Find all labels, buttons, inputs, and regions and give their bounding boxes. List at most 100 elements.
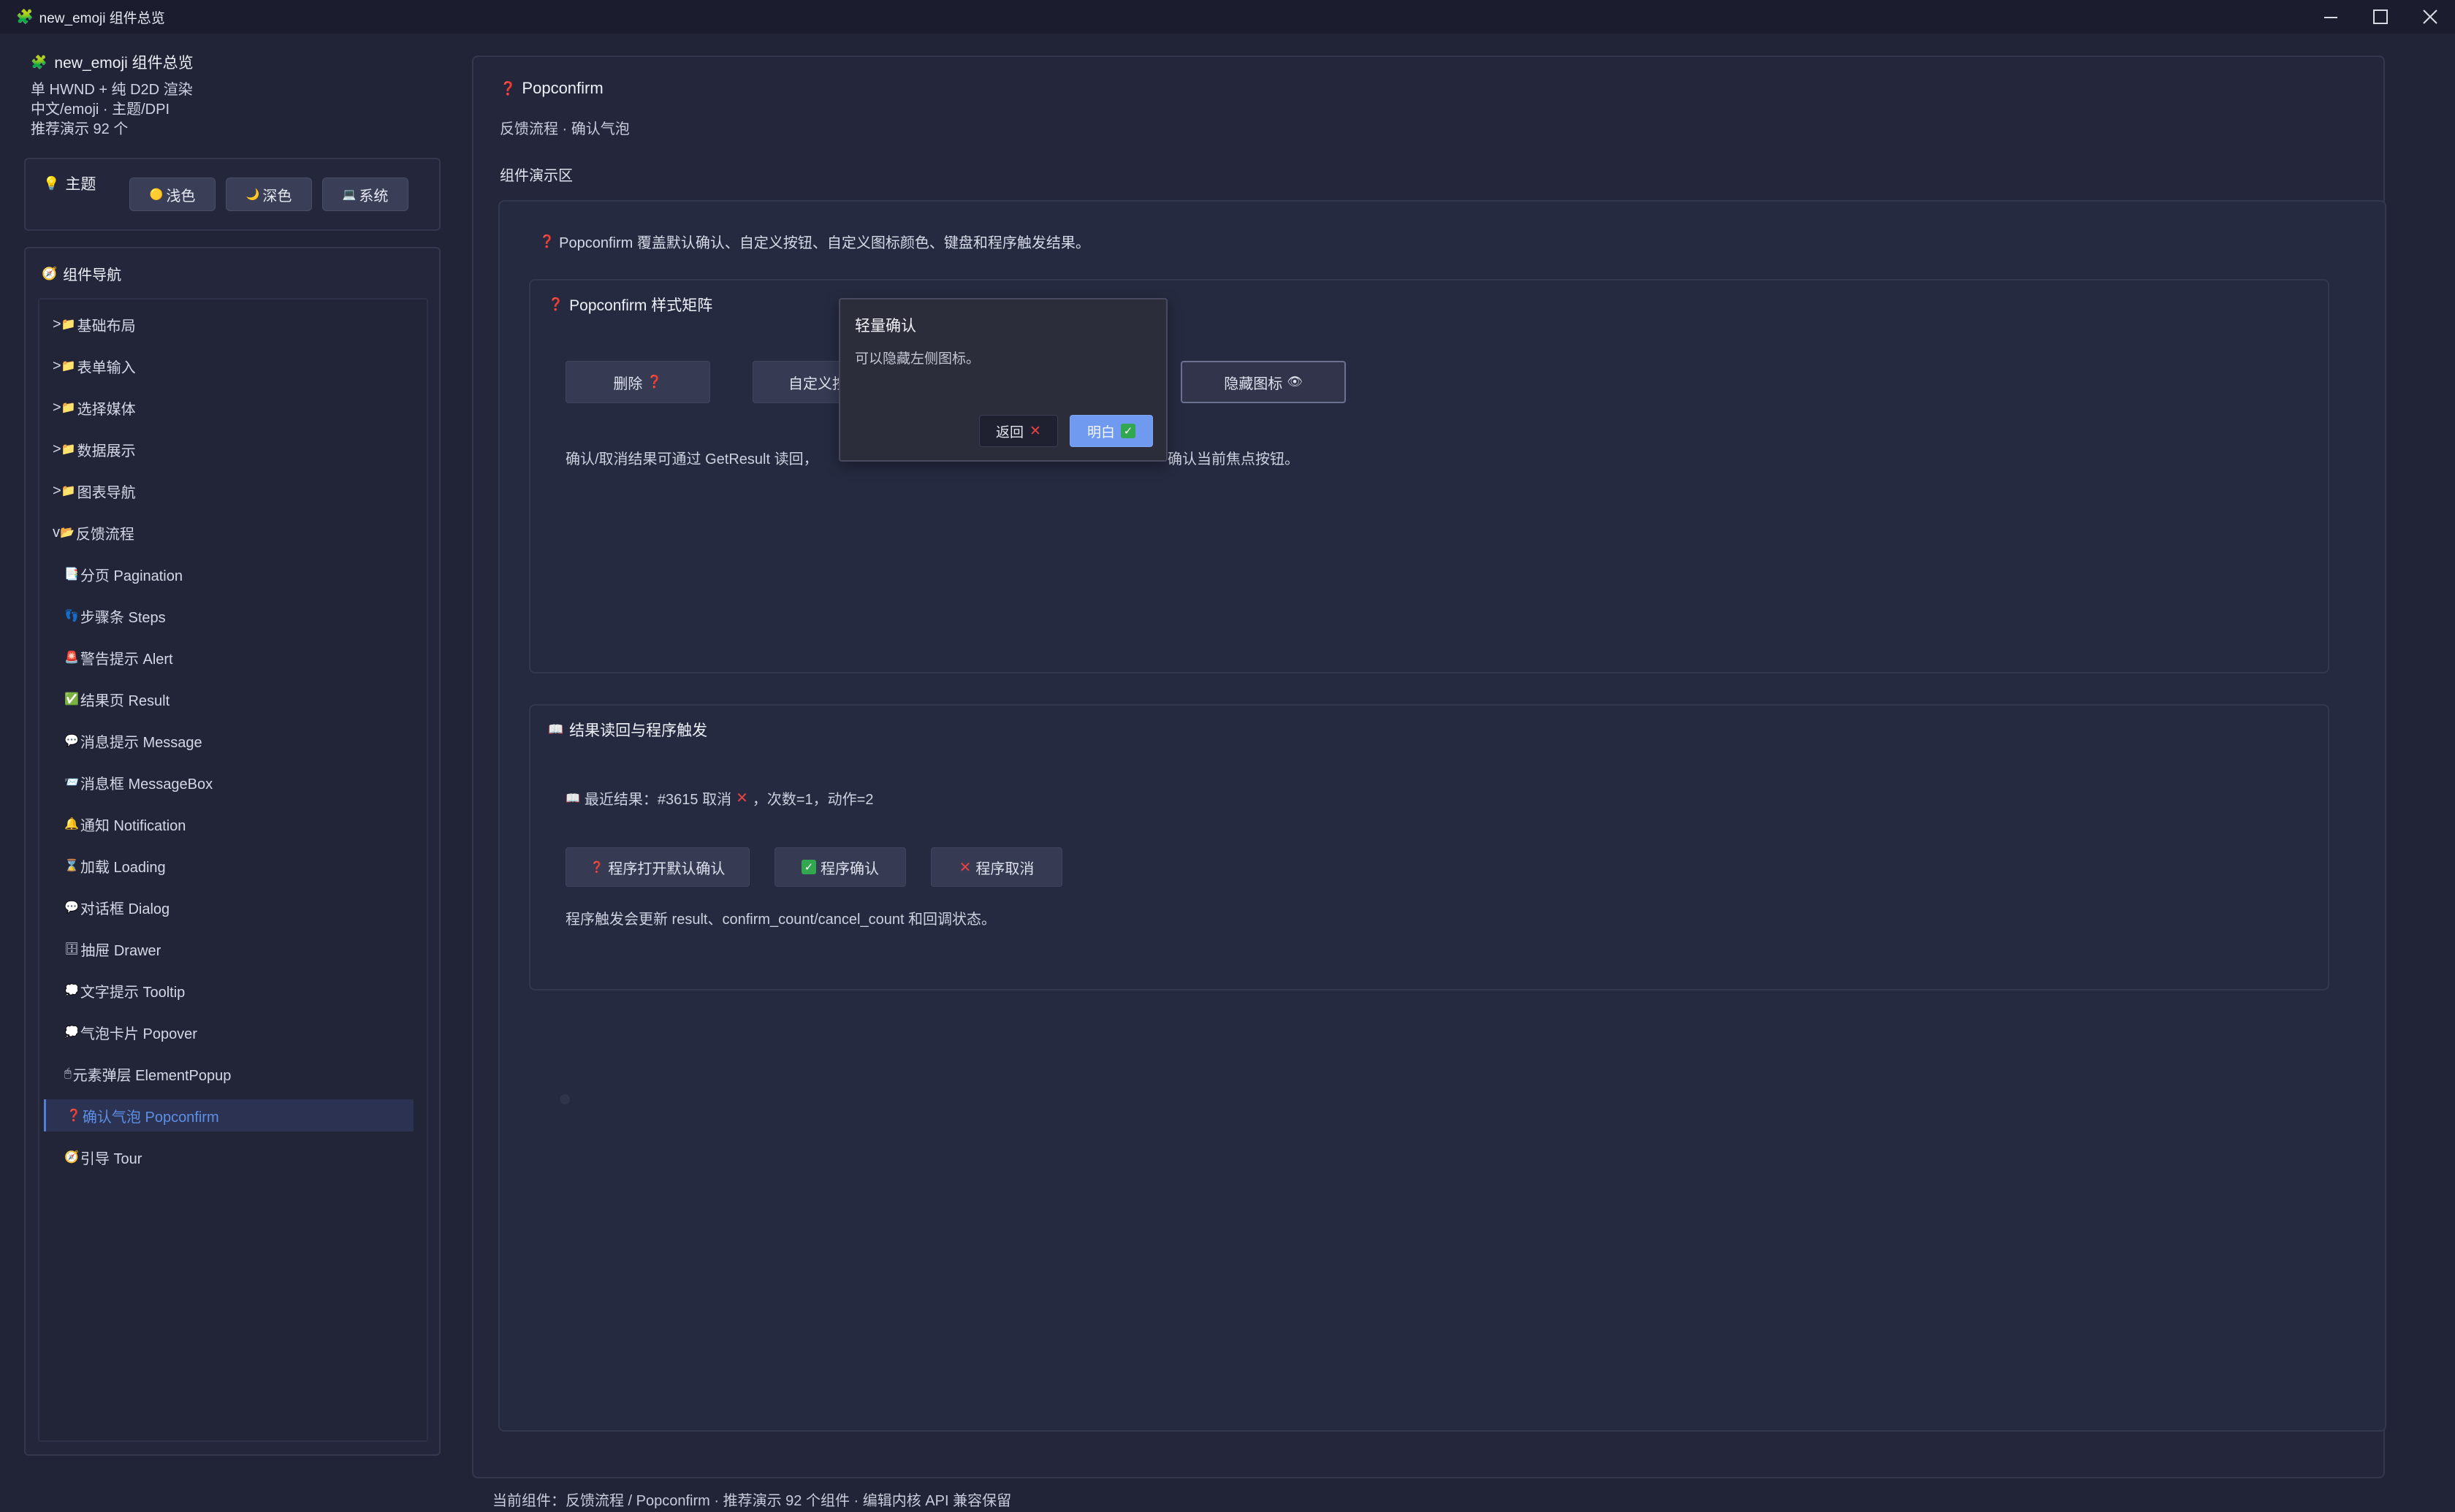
- page-title: ❓ Popconfirm: [500, 79, 604, 98]
- nav-item-label: 选择媒体: [77, 401, 136, 418]
- style-matrix-title: ❓ Popconfirm 样式矩阵: [548, 294, 712, 316]
- close-button[interactable]: [2405, 0, 2455, 34]
- popconfirm-cancel-button[interactable]: 返回 ✕: [979, 415, 1058, 447]
- nav-item[interactable]: ⌛ 加载 Loading: [39, 849, 409, 882]
- sun-icon: 🟡: [149, 188, 164, 201]
- nav-card: 🧭 组件导航 > 📁 基础布局 > 📁 表单输入 > 📁 选择媒体 > 📁 数据展示 > 📁 图表导航 v 📂 反…: [24, 247, 441, 1456]
- component-icon: 💭: [64, 1026, 79, 1039]
- chevron-right-icon: >: [53, 399, 61, 416]
- nav-item[interactable]: > 📁 表单输入: [39, 350, 409, 382]
- hide-icon-button-label: 隐藏图标: [1224, 375, 1283, 392]
- nav-item[interactable]: ❓ 确认气泡 Popconfirm: [44, 1099, 414, 1131]
- result-section: 📖 结果读回与程序触发 📖 最近结果：#3615 取消 ✕ ，次数=1，动作=2…: [529, 704, 2329, 990]
- info-line-theme: 中文/emoji · 主题/DPI: [31, 102, 170, 118]
- eye-icon: 👁: [1287, 375, 1303, 389]
- book-icon: 📖: [548, 722, 564, 736]
- latest-result-suffix: ，次数=1，动作=2: [752, 792, 874, 808]
- program-confirm-label: 程序确认: [821, 860, 879, 877]
- program-confirm-button[interactable]: ✓ 程序确认: [774, 847, 906, 887]
- theme-dark-label: 深色: [262, 188, 292, 205]
- nav-item[interactable]: 💬 消息提示 Message: [39, 725, 409, 757]
- nav-item-label: 反馈流程: [75, 526, 134, 543]
- maximize-button[interactable]: [2356, 0, 2405, 34]
- nav-item-label: 文字提示 Tooltip: [80, 984, 186, 1001]
- demo-area-label: 组件演示区: [500, 168, 573, 184]
- question-icon: ❓: [539, 234, 555, 248]
- nav-item[interactable]: v 📂 反馈流程: [39, 516, 409, 549]
- nav-item[interactable]: 🗄 抽屉 Drawer: [39, 933, 409, 965]
- theme-system-button[interactable]: 💻 系统: [322, 177, 408, 211]
- chevron-right-icon: >: [53, 440, 61, 457]
- result-note-right: 确认当前焦点按钮。: [1168, 451, 1299, 467]
- delete-button[interactable]: 删除 ❓: [566, 361, 710, 403]
- question-icon: ❓: [647, 375, 663, 389]
- component-icon: 🖱: [64, 1067, 72, 1080]
- nav-item[interactable]: 🔔 通知 Notification: [39, 808, 409, 840]
- theme-card: 💡 主题 🟡 浅色 🌙 深色 💻 系统: [24, 158, 441, 231]
- sidebar-app-name: 🧩 new_emoji 组件总览: [31, 51, 194, 73]
- folder-icon: 📁: [61, 360, 76, 373]
- nav-item[interactable]: 🧭 引导 Tour: [39, 1141, 409, 1173]
- program-cancel-label: 程序取消: [975, 860, 1035, 877]
- demo-area: ❓ Popconfirm 覆盖默认确认、自定义按钮、自定义图标颜色、键盘和程序触…: [498, 200, 2386, 1432]
- style-matrix-section: ❓ Popconfirm 样式矩阵 删除 ❓ 自定义按 隐藏图标 👁 确认/取消…: [529, 279, 2329, 673]
- component-icon: 🗄: [64, 943, 80, 955]
- nav-item-label: 抽屉 Drawer: [80, 942, 161, 959]
- info-line-render: 单 HWND + 纯 D2D 渲染: [31, 82, 193, 98]
- nav-tree[interactable]: > 📁 基础布局 > 📁 表单输入 > 📁 选择媒体 > 📁 数据展示 > 📁 图表导航 v 📂 反馈流程 📑 分页 …: [38, 298, 428, 1442]
- theme-light-button[interactable]: 🟡 浅色: [129, 177, 216, 211]
- chevron-right-icon: >: [53, 316, 61, 332]
- app-puzzle-icon: 🧩: [16, 9, 34, 25]
- nav-item[interactable]: 💭 文字提示 Tooltip: [39, 974, 409, 1007]
- nav-item[interactable]: 🚨 警告提示 Alert: [39, 641, 409, 673]
- nav-item[interactable]: ✅ 结果页 Result: [39, 683, 409, 715]
- chevron-down-icon: v: [53, 524, 60, 541]
- nav-item[interactable]: > 📁 基础布局: [39, 308, 409, 340]
- nav-item-label: 基础布局: [77, 318, 136, 335]
- nav-item[interactable]: > 📁 数据展示: [39, 433, 409, 465]
- folder-icon: 📁: [61, 485, 76, 497]
- program-cancel-button[interactable]: ✕ 程序取消: [931, 847, 1062, 887]
- nav-item-label: 消息提示 Message: [80, 734, 202, 751]
- question-icon: ❓: [590, 861, 604, 874]
- minimize-button[interactable]: [2306, 0, 2356, 34]
- popconfirm-confirm-button[interactable]: 明白 ✓: [1070, 415, 1153, 447]
- result-section-title-text: 结果读回与程序触发: [569, 722, 708, 739]
- open-default-confirm-button[interactable]: ❓ 程序打开默认确认: [566, 847, 750, 887]
- nav-item-label: 确认气泡 Popconfirm: [82, 1109, 219, 1126]
- folder-icon: 📂: [60, 527, 75, 539]
- theme-light-label: 浅色: [166, 188, 196, 205]
- nav-item-label: 数据展示: [77, 443, 136, 459]
- nav-item[interactable]: 📑 分页 Pagination: [39, 558, 409, 590]
- folder-icon: 📁: [61, 402, 76, 414]
- trigger-note: 程序触发会更新 result、confirm_count/cancel_coun…: [566, 912, 997, 928]
- result-section-title: 📖 结果读回与程序触发: [548, 719, 707, 741]
- nav-item-label: 气泡卡片 Popover: [80, 1026, 197, 1042]
- nav-item[interactable]: > 📁 选择媒体: [39, 392, 409, 424]
- custom-button-label: 自定义按: [788, 375, 847, 392]
- latest-result-prefix: 最近结果：#3615 取消: [584, 792, 732, 808]
- sidebar-info: 单 HWND + 纯 D2D 渲染 中文/emoji · 主题/DPI 推荐演示…: [31, 80, 194, 140]
- hide-icon-button[interactable]: 隐藏图标 👁: [1181, 361, 1346, 403]
- nav-item[interactable]: 📨 消息框 MessageBox: [39, 766, 409, 798]
- intro-text: ❓ Popconfirm 覆盖默认确认、自定义按钮、自定义图标颜色、键盘和程序触…: [539, 231, 1090, 252]
- nav-item[interactable]: > 📁 图表导航: [39, 475, 409, 507]
- theme-system-label: 系统: [359, 188, 389, 205]
- nav-item[interactable]: 🖱 元素弹层 ElementPopup: [39, 1058, 409, 1090]
- popconfirm-bubble: 轻量确认 可以隐藏左侧图标。 返回 ✕ 明白 ✓: [839, 298, 1168, 462]
- component-icon: ✅: [64, 693, 79, 706]
- theme-dark-button[interactable]: 🌙 深色: [226, 177, 312, 211]
- component-icon: 🔔: [64, 818, 79, 831]
- nav-item[interactable]: 💭 气泡卡片 Popover: [39, 1016, 409, 1048]
- nav-item[interactable]: 💬 对话框 Dialog: [39, 891, 409, 923]
- cross-icon: ✕: [959, 859, 972, 876]
- nav-item[interactable]: 👣 步骤条 Steps: [39, 600, 409, 632]
- style-matrix-title-text: Popconfirm 样式矩阵: [569, 297, 713, 314]
- component-icon: 📑: [64, 568, 79, 581]
- main-panel: ❓ Popconfirm 反馈流程 · 确认气泡 组件演示区 ❓ Popconf…: [472, 56, 2386, 1478]
- nav-item-label: 警告提示 Alert: [80, 651, 173, 668]
- nav-item-label: 通知 Notification: [80, 817, 186, 834]
- folder-icon: 📁: [61, 318, 76, 331]
- title-bar: 🧩 new_emoji 组件总览: [0, 0, 2455, 34]
- popconfirm-confirm-label: 明白: [1086, 424, 1115, 440]
